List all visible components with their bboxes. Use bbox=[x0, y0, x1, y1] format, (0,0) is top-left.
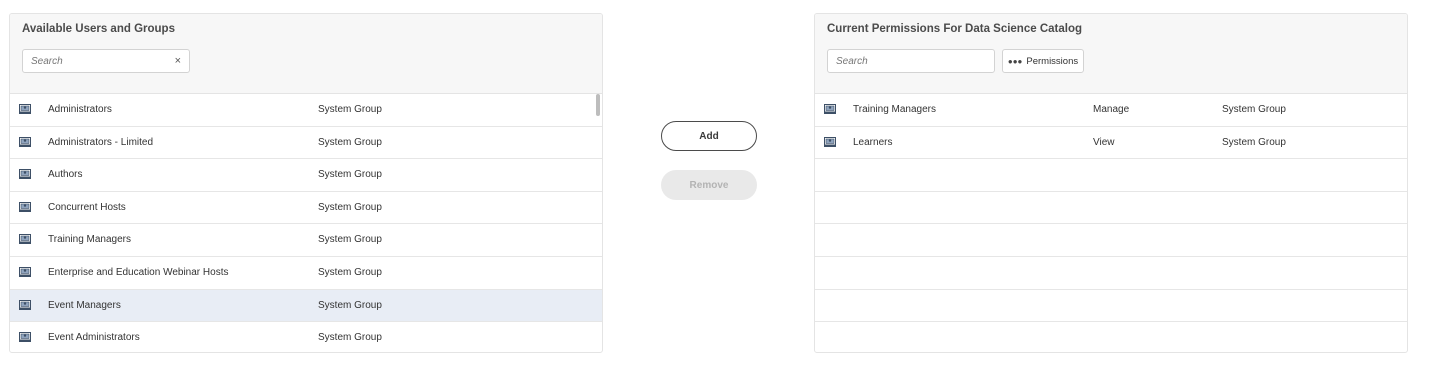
list-item[interactable]: Administrators - Limited System Group bbox=[10, 127, 602, 160]
empty-row bbox=[815, 322, 1407, 352]
empty-row bbox=[815, 159, 1407, 192]
group-type: System Group bbox=[318, 299, 382, 311]
group-name: Concurrent Hosts bbox=[48, 201, 126, 213]
list-item[interactable]: Authors System Group bbox=[10, 159, 602, 192]
group-type: System Group bbox=[318, 136, 382, 148]
group-icon bbox=[19, 104, 31, 114]
empty-row bbox=[815, 192, 1407, 225]
group-type: System Group bbox=[1222, 136, 1286, 148]
add-button[interactable]: Add bbox=[661, 121, 757, 151]
clear-search-icon[interactable]: × bbox=[175, 54, 181, 68]
group-icon bbox=[19, 234, 31, 245]
current-permissions-list: Training Managers Manage System Group Learn… bbox=[815, 94, 1407, 352]
current-permissions-header: Current Permissions For Data Science Cat… bbox=[815, 14, 1407, 94]
remove-button[interactable]: Remove bbox=[661, 170, 757, 200]
group-name: Administrators bbox=[48, 104, 112, 115]
group-type: System Group bbox=[318, 104, 382, 115]
permission-row[interactable]: Learners View System Group bbox=[815, 127, 1407, 160]
permissions-button-label: Permissions bbox=[1026, 55, 1079, 67]
group-name: Training Managers bbox=[853, 104, 937, 115]
group-icon bbox=[19, 332, 31, 343]
list-item[interactable]: Training Managers System Group bbox=[10, 224, 602, 257]
permission-level: Manage bbox=[1093, 104, 1130, 115]
list-item[interactable]: Event Managers System Group bbox=[10, 289, 602, 323]
list-scrollbar[interactable] bbox=[596, 94, 600, 116]
group-icon bbox=[19, 266, 31, 277]
group-name: Event Administrators bbox=[48, 332, 140, 344]
empty-row bbox=[815, 290, 1407, 323]
group-type: System Group bbox=[318, 169, 382, 181]
available-users-header: Available Users and Groups × bbox=[10, 14, 602, 94]
current-permissions-panel: Current Permissions For Data Science Cat… bbox=[814, 13, 1408, 353]
permissions-search-box bbox=[827, 49, 995, 73]
group-type: System Group bbox=[318, 234, 382, 246]
group-name: Enterprise and Education Webinar Hosts bbox=[48, 266, 229, 278]
empty-row bbox=[815, 224, 1407, 257]
group-icon bbox=[824, 136, 836, 147]
permissions-button[interactable]: ●●● Permissions bbox=[1002, 49, 1084, 73]
list-item[interactable]: Enterprise and Education Webinar Hosts Sy… bbox=[10, 257, 602, 290]
group-name: Learners bbox=[853, 136, 893, 148]
group-name: Training Managers bbox=[48, 234, 132, 246]
group-icon bbox=[824, 104, 836, 114]
available-users-search-input[interactable] bbox=[23, 50, 189, 72]
group-type: System Group bbox=[318, 332, 382, 344]
available-users-panel: Available Users and Groups × Administrat… bbox=[9, 13, 603, 353]
list-item[interactable]: Event Administrators System Group bbox=[10, 322, 602, 352]
group-icon bbox=[19, 299, 31, 310]
group-icon bbox=[19, 201, 31, 212]
permissions-search-input[interactable] bbox=[828, 50, 994, 72]
group-icon bbox=[19, 136, 31, 147]
empty-row bbox=[815, 257, 1407, 290]
list-item[interactable]: Administrators System Group bbox=[10, 94, 602, 127]
group-icon bbox=[19, 169, 31, 180]
list-item[interactable]: Concurrent Hosts System Group bbox=[10, 192, 602, 225]
group-name: Administrators - Limited bbox=[48, 136, 154, 148]
more-dots-icon: ●●● bbox=[1007, 56, 1023, 66]
available-users-list: Administrators System Group Administrators… bbox=[10, 94, 602, 352]
group-name: Authors bbox=[48, 169, 83, 181]
available-users-search-box: × bbox=[22, 49, 190, 73]
current-permissions-title: Current Permissions For Data Science Cat… bbox=[827, 23, 1082, 35]
permission-level: View bbox=[1093, 136, 1115, 148]
group-type: System Group bbox=[1222, 104, 1286, 115]
group-name: Event Managers bbox=[48, 299, 121, 311]
available-users-title: Available Users and Groups bbox=[22, 23, 175, 35]
group-type: System Group bbox=[318, 266, 382, 278]
permission-row[interactable]: Training Managers Manage System Group bbox=[815, 94, 1407, 127]
group-type: System Group bbox=[318, 201, 382, 213]
